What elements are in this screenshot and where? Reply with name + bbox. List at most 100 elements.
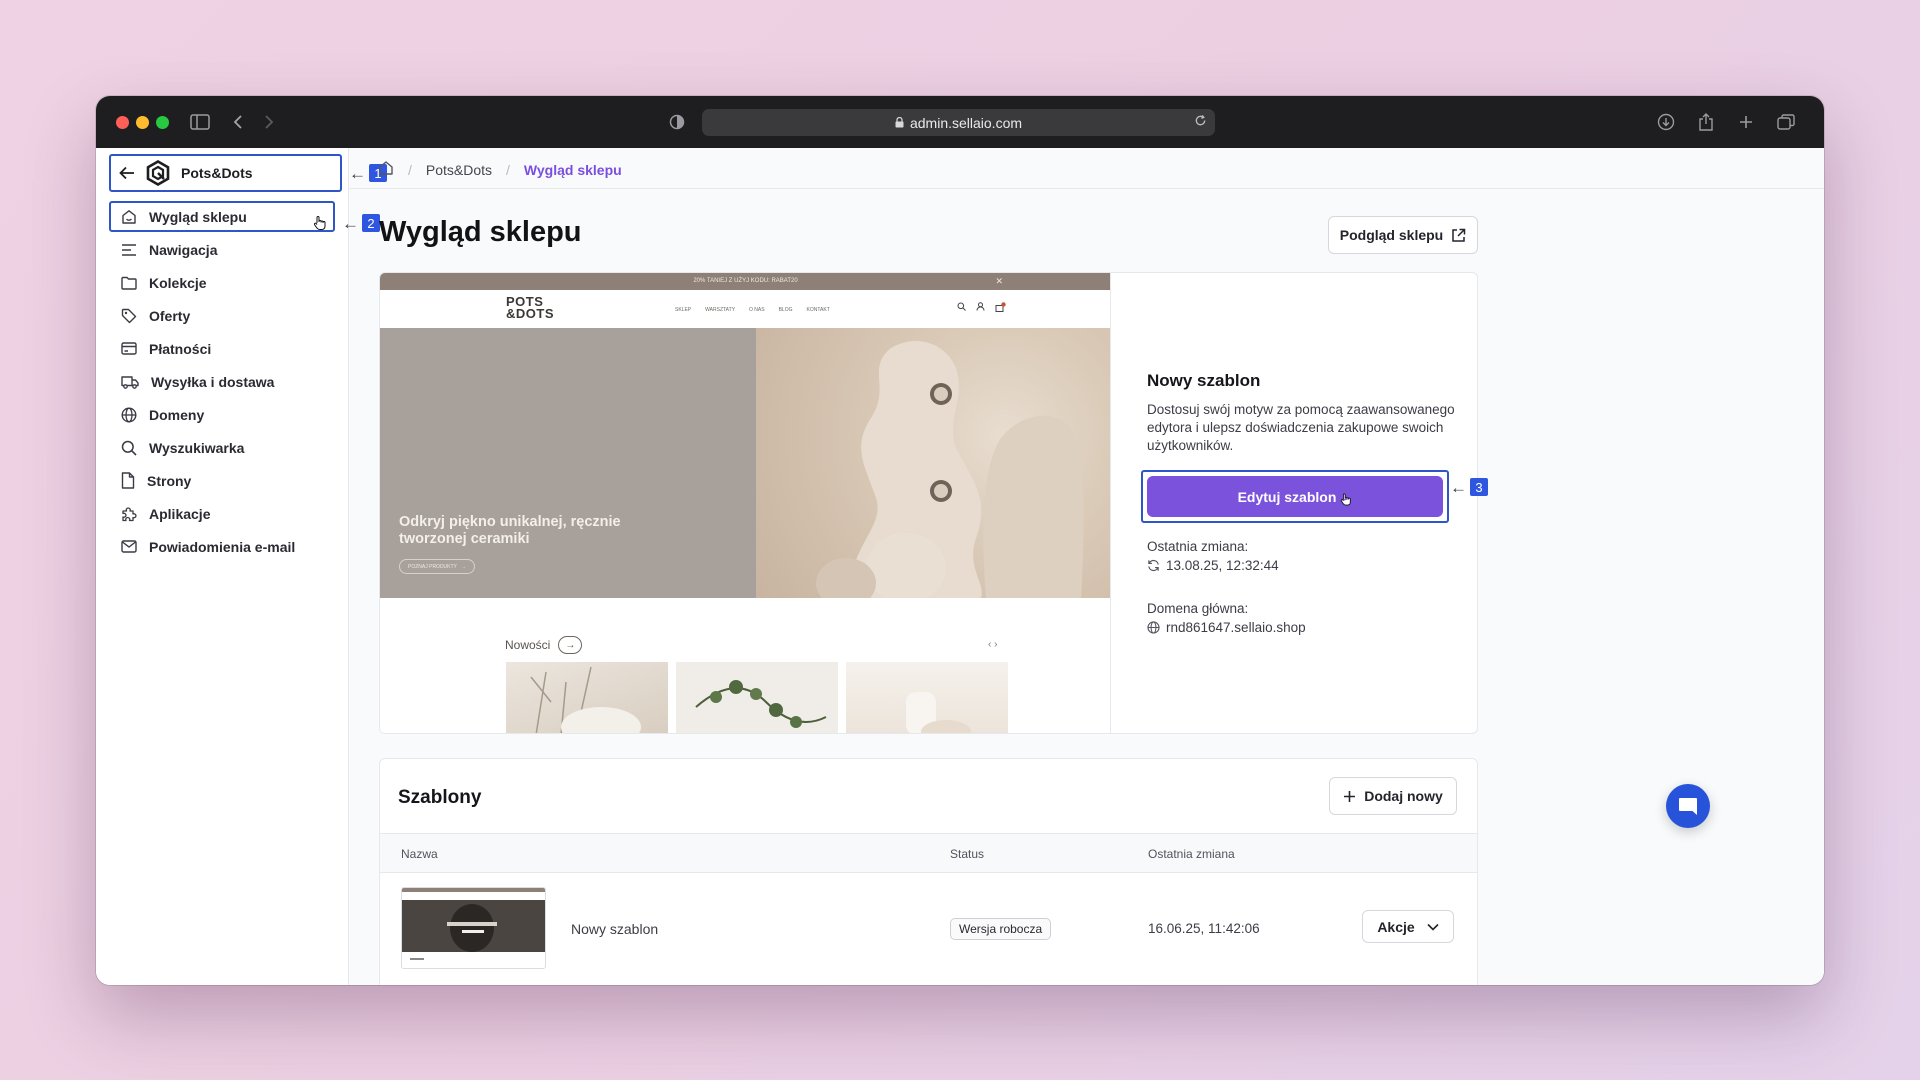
sidebar: Pots&Dots Wygląd sklepu Nawigacja Kolekc… bbox=[96, 148, 349, 985]
maximize-window-button[interactable] bbox=[156, 116, 169, 129]
minimize-window-button[interactable] bbox=[136, 116, 149, 129]
preview-new-section: Nowości → bbox=[505, 636, 583, 654]
status-badge: Wersja robocza bbox=[950, 918, 1052, 940]
sidebar-toggle-icon[interactable] bbox=[188, 110, 212, 134]
chat-support-button[interactable] bbox=[1666, 784, 1710, 828]
breadcrumb-store[interactable]: Pots&Dots bbox=[426, 162, 492, 178]
breadcrumb: / Pots&Dots / Wygląd sklepu bbox=[378, 160, 622, 179]
chat-bubble-icon bbox=[1679, 798, 1697, 815]
actions-label: Akcje bbox=[1377, 918, 1415, 935]
preview-hero-button: POZNAJ PRODUKTY → bbox=[399, 559, 475, 574]
hand-cursor-icon bbox=[1341, 493, 1352, 506]
store-switcher[interactable]: Pots&Dots bbox=[109, 154, 342, 192]
sidebar-item-strony[interactable]: Strony bbox=[109, 465, 335, 496]
last-change-label: Ostatnia zmiana: bbox=[1147, 539, 1249, 554]
new-tab-icon[interactable] bbox=[1734, 110, 1758, 134]
close-window-button[interactable] bbox=[116, 116, 129, 129]
arrow-right-icon: → bbox=[460, 563, 466, 570]
store-preview-screenshot: 20% TANIEJ Z UŻYJ KODU: RABAT20 ✕ POTS &… bbox=[380, 273, 1111, 733]
forward-icon[interactable] bbox=[257, 110, 281, 134]
tabs-overview-icon[interactable] bbox=[1774, 110, 1798, 134]
preview-hero-left bbox=[380, 328, 756, 598]
preview-promo-bar: 20% TANIEJ Z UŻYJ KODU: RABAT20 ✕ bbox=[380, 273, 1110, 290]
preview-promo-text: 20% TANIEJ Z UŻYJ KODU: RABAT20 bbox=[693, 278, 798, 284]
domain-value[interactable]: rnd861647.sellaio.shop bbox=[1166, 620, 1306, 635]
download-icon[interactable] bbox=[1654, 110, 1678, 134]
preview-new-title: Nowości bbox=[505, 638, 551, 652]
preview-product-tile bbox=[846, 662, 1008, 733]
arrow-right-icon: → bbox=[558, 636, 583, 654]
credit-card-icon bbox=[121, 342, 137, 355]
sidebar-item-label: Powiadomienia e-mail bbox=[149, 538, 296, 555]
header-divider bbox=[349, 188, 1824, 189]
share-icon[interactable] bbox=[1694, 110, 1718, 134]
close-icon: ✕ bbox=[995, 276, 1003, 286]
preview-hero-image bbox=[756, 328, 1110, 608]
last-change-value: 13.08.25, 12:32:44 bbox=[1166, 558, 1279, 573]
sidebar-item-nawigacja[interactable]: Nawigacja bbox=[109, 234, 335, 265]
cart-icon bbox=[995, 302, 1006, 312]
refresh-icon bbox=[1148, 559, 1159, 572]
preview-hero-text: Odkryj piękno unikalnej, ręcznie tworzon… bbox=[399, 514, 621, 547]
add-template-label: Dodaj nowy bbox=[1364, 788, 1443, 804]
sidebar-item-aplikacje[interactable]: Aplikacje bbox=[109, 498, 335, 529]
template-thumbnail[interactable] bbox=[401, 887, 546, 969]
preview-logo: POTS &DOTS bbox=[506, 295, 554, 321]
sidebar-item-label: Nawigacja bbox=[149, 241, 218, 258]
template-last-change: 16.06.25, 11:42:06 bbox=[1148, 921, 1260, 936]
reload-icon[interactable] bbox=[1194, 114, 1207, 130]
last-change-value-row: 13.08.25, 12:32:44 bbox=[1147, 558, 1279, 573]
edit-theme-label: Edytuj szablon bbox=[1237, 488, 1337, 505]
store-name: Pots&Dots bbox=[181, 165, 253, 181]
sidebar-item-powiadomienia[interactable]: Powiadomienia e-mail bbox=[109, 531, 335, 562]
lock-icon bbox=[895, 117, 904, 128]
preview-store-button[interactable]: Podgląd sklepu bbox=[1328, 216, 1478, 254]
external-link-icon bbox=[1452, 228, 1466, 242]
preview-carousel-arrows: ‹ › bbox=[988, 639, 998, 650]
search-icon bbox=[121, 440, 137, 456]
sidebar-item-label: Domeny bbox=[149, 406, 205, 423]
sidebar-item-domeny[interactable]: Domeny bbox=[109, 399, 335, 430]
edit-theme-button[interactable]: Edytuj szablon bbox=[1147, 476, 1443, 517]
home-icon[interactable] bbox=[378, 160, 394, 179]
annotation-2: ← 2 bbox=[342, 214, 380, 232]
theme-title: Nowy szablon bbox=[1147, 371, 1261, 390]
actions-dropdown-button[interactable]: Akcje bbox=[1362, 910, 1454, 943]
store-logo-icon bbox=[146, 160, 170, 186]
url-text: admin.sellaio.com bbox=[909, 114, 1023, 131]
preview-menu-item: O NAS bbox=[749, 307, 765, 313]
table-header: Nazwa Status Ostatnia zmiana bbox=[380, 833, 1477, 873]
preview-logo-line2: &DOTS bbox=[506, 306, 554, 321]
sidebar-item-label: Kolekcje bbox=[149, 274, 207, 291]
domain-label: Domena główna: bbox=[1147, 601, 1249, 616]
page-title: Wygląd sklepu bbox=[379, 216, 582, 248]
sidebar-item-wyglad-sklepu[interactable]: Wygląd sklepu bbox=[109, 201, 335, 232]
theme-card: 20% TANIEJ Z UŻYJ KODU: RABAT20 ✕ POTS &… bbox=[379, 272, 1478, 734]
tag-icon bbox=[121, 308, 137, 323]
menu-lines-icon bbox=[122, 243, 136, 256]
preview-hero-button-label: POZNAJ PRODUKTY bbox=[408, 563, 457, 570]
sidebar-item-platnosci[interactable]: Płatności bbox=[109, 333, 335, 364]
sidebar-item-label: Aplikacje bbox=[149, 505, 211, 522]
sidebar-item-wyszukiwarka[interactable]: Wyszukiwarka bbox=[109, 432, 335, 463]
annotation-badge: 2 bbox=[362, 214, 380, 232]
sidebar-item-kolekcje[interactable]: Kolekcje bbox=[109, 267, 335, 298]
edit-theme-highlight: Edytuj szablon bbox=[1141, 470, 1449, 523]
templates-title: Szablony bbox=[398, 787, 482, 808]
globe-icon bbox=[1147, 621, 1160, 634]
shield-icon[interactable] bbox=[665, 110, 689, 134]
sidebar-item-oferty[interactable]: Oferty bbox=[109, 300, 335, 331]
browser-window: admin.sellaio.com Pots&Dots Wygląd sklep… bbox=[96, 96, 1824, 985]
preview-header-icons bbox=[957, 302, 1006, 313]
truck-icon bbox=[121, 375, 139, 389]
sidebar-item-label: Wyszukiwarka bbox=[149, 439, 245, 456]
sidebar-item-wysylka[interactable]: Wysyłka i dostawa bbox=[109, 366, 335, 397]
hand-cursor-icon bbox=[313, 216, 326, 230]
add-template-button[interactable]: Dodaj nowy bbox=[1329, 777, 1457, 815]
address-bar[interactable]: admin.sellaio.com bbox=[702, 109, 1215, 136]
template-name[interactable]: Nowy szablon bbox=[571, 921, 658, 937]
app-content: Pots&Dots Wygląd sklepu Nawigacja Kolekc… bbox=[96, 148, 1824, 985]
back-icon[interactable] bbox=[226, 110, 250, 134]
column-header-status: Status bbox=[950, 847, 985, 861]
page-icon bbox=[121, 472, 135, 489]
